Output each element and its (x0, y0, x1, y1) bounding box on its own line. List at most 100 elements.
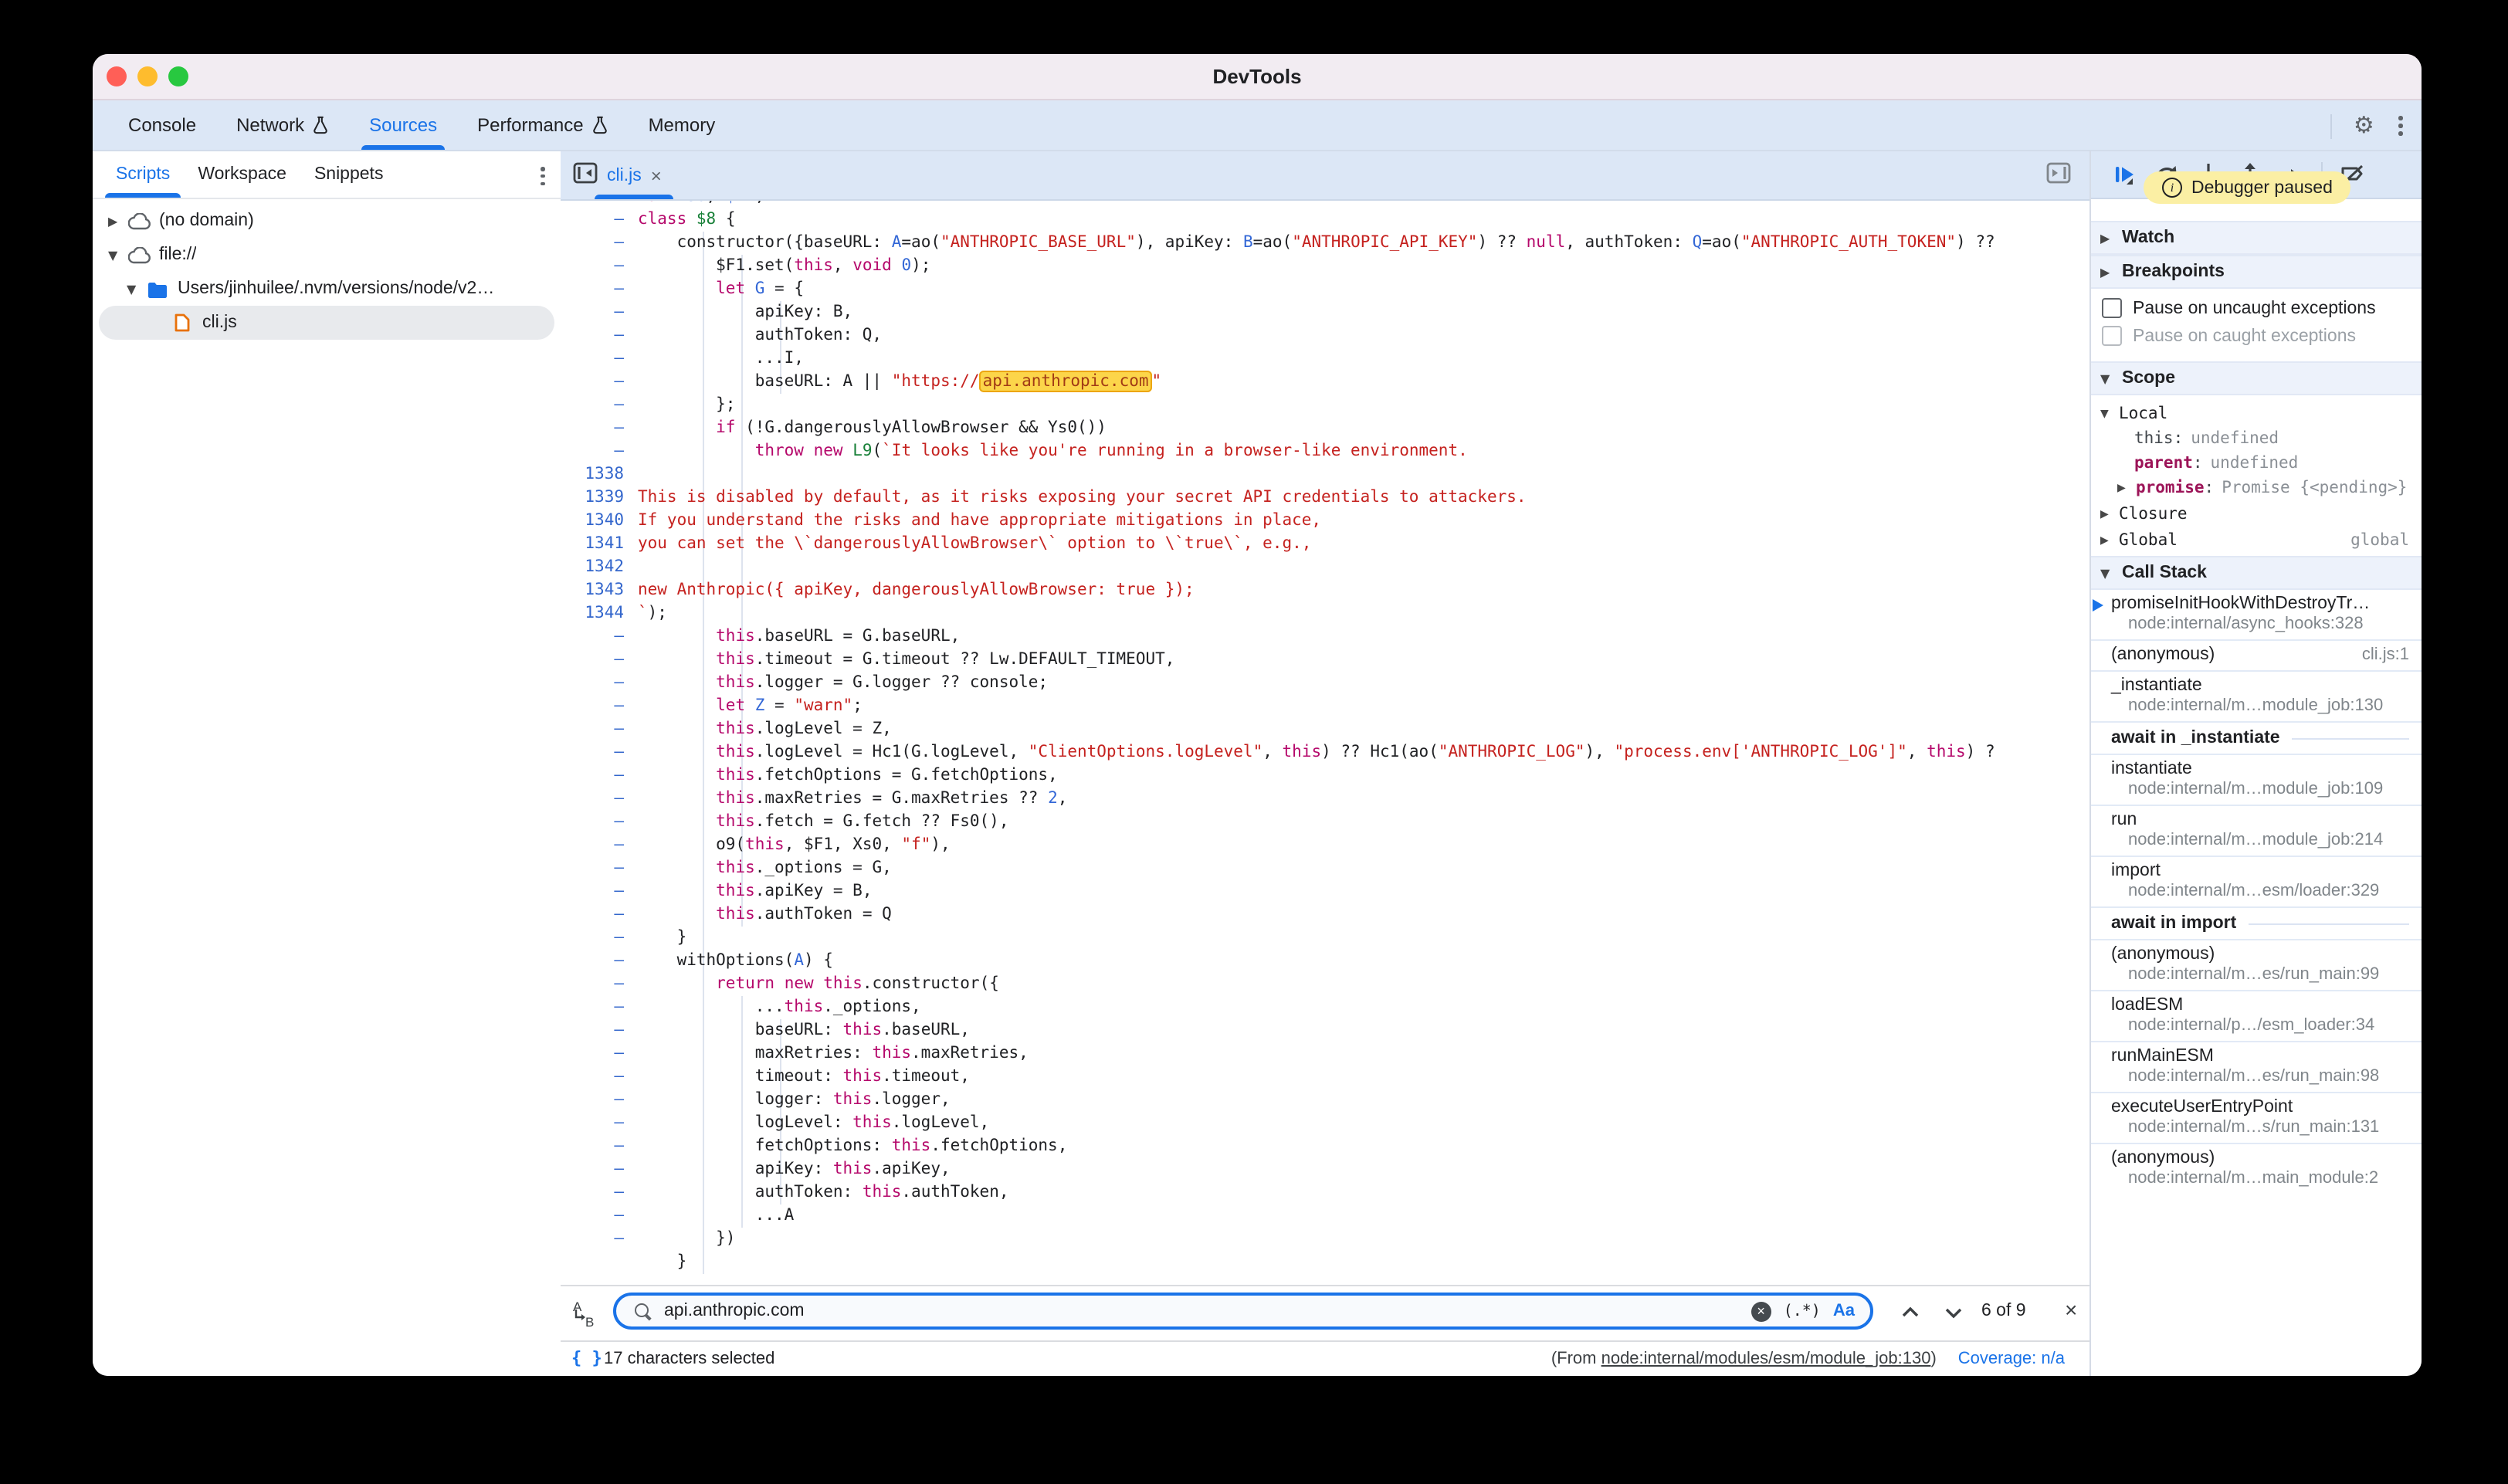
code-line[interactable]: – baseURL: A || "https://api.anthropic.c… (561, 371, 2089, 394)
tree-item-cli-js[interactable]: cli.js (99, 306, 554, 340)
close-search-icon[interactable]: × (2065, 1297, 2077, 1322)
code-line[interactable]: – o9(this, $F1, Xs0, "f"), (561, 834, 2089, 857)
code-line[interactable]: – $F1.set(this, void 0); (561, 255, 2089, 278)
code-line[interactable]: – } (561, 927, 2089, 950)
more-options-icon[interactable] (2396, 114, 2406, 138)
code-line[interactable]: 1342 (561, 556, 2089, 579)
line-gutter[interactable]: – (561, 903, 638, 927)
breakpoints-section-header[interactable]: ▶ Breakpoints (2091, 255, 2422, 289)
line-gutter[interactable]: 1343 (561, 579, 638, 602)
line-gutter[interactable]: 1344 (561, 602, 638, 625)
line-gutter[interactable]: 1340 (561, 510, 638, 533)
call-stack-frame[interactable]: (anonymous)node:internal/m…main_module:2 (2091, 1143, 2422, 1194)
code-line[interactable]: – this.fetch = G.fetch ?? Fs0(), (561, 811, 2089, 834)
tab-snippets[interactable]: Snippets (300, 151, 398, 198)
line-gutter[interactable]: – (561, 718, 638, 741)
line-gutter[interactable]: – (561, 1204, 638, 1228)
clear-search-icon[interactable]: × (1751, 1301, 1771, 1321)
line-gutter[interactable]: – (561, 996, 638, 1019)
line-gutter[interactable]: – (561, 927, 638, 950)
tab-network[interactable]: Network (216, 100, 349, 150)
code-line[interactable]: – if (!G.dangerouslyAllowBrowser && Ys0(… (561, 417, 2089, 440)
line-gutter[interactable]: – (561, 1228, 638, 1251)
line-gutter[interactable]: – (561, 301, 638, 324)
chevron-right-icon[interactable]: ▶ (2117, 482, 2136, 494)
tree-item-file-protocol[interactable]: ▼ file:// (93, 238, 561, 272)
code-line[interactable]: – authToken: this.authToken, (561, 1181, 2089, 1204)
line-gutter[interactable]: – (561, 834, 638, 857)
call-stack-frame[interactable]: instantiatenode:internal/m…module_job:10… (2091, 754, 2422, 805)
scope-parent[interactable]: parent: undefined (2091, 451, 2422, 476)
line-gutter[interactable]: – (561, 394, 638, 417)
tree-item-no-domain[interactable]: ▶ (no domain) (93, 204, 561, 238)
scope-closure[interactable]: ▶ Closure (2091, 502, 2422, 527)
watch-section-header[interactable]: ▶ Watch (2091, 221, 2422, 255)
code-line[interactable]: – this.timeout = G.timeout ?? Lw.DEFAULT… (561, 649, 2089, 672)
line-gutter[interactable]: – (561, 695, 638, 718)
code-line[interactable]: –class $8 { (561, 208, 2089, 232)
call-stack-frame[interactable]: promiseInitHookWithDestroyTr…node:intern… (2091, 590, 2422, 639)
tree-item-node-folder[interactable]: ▼ Users/jinhuilee/.nvm/versions/node/v2… (93, 272, 561, 306)
line-gutter[interactable]: – (561, 371, 638, 394)
code-line[interactable]: – logger: this.logger, (561, 1089, 2089, 1112)
show-right-panel-icon[interactable] (2046, 162, 2071, 184)
call-stack-frame[interactable]: runnode:internal/m…module_job:214 (2091, 805, 2422, 856)
code-line[interactable]: – baseURL: this.baseURL, (561, 1019, 2089, 1042)
code-line[interactable]: 1340If you understand the risks and have… (561, 510, 2089, 533)
line-gutter[interactable]: – (561, 625, 638, 649)
line-gutter[interactable]: 1341 (561, 533, 638, 556)
resume-button[interactable] (2113, 162, 2137, 187)
chevron-down-icon[interactable]: ▼ (127, 282, 145, 296)
line-gutter[interactable]: – (561, 1112, 638, 1135)
pause-on-uncaught-checkbox[interactable]: Pause on uncaught exceptions (2102, 298, 2376, 318)
code-line[interactable]: } (561, 1251, 2089, 1274)
chevron-right-icon[interactable]: ▶ (2100, 508, 2119, 520)
line-gutter[interactable]: – (561, 950, 638, 973)
call-stack-frame[interactable]: _instantiatenode:internal/m…module_job:1… (2091, 670, 2422, 721)
pause-on-caught-checkbox[interactable]: Pause on caught exceptions (2102, 326, 2356, 346)
line-gutter[interactable]: – (561, 1158, 638, 1181)
line-gutter[interactable]: – (561, 857, 638, 880)
code-line[interactable]: – this.logger = G.logger ?? console; (561, 672, 2089, 695)
settings-gear-icon[interactable]: ⚙ (2354, 114, 2374, 137)
line-gutter[interactable] (561, 1251, 638, 1274)
sidebar-more-icon[interactable] (538, 164, 548, 188)
code-line[interactable]: – authToken: Q, (561, 324, 2089, 347)
line-gutter[interactable]: – (561, 255, 638, 278)
line-gutter[interactable]: – (561, 764, 638, 788)
scope-this[interactable]: this: undefined (2091, 426, 2422, 451)
line-gutter[interactable]: – (561, 1019, 638, 1042)
code-line[interactable]: 1339This is disabled by default, as it r… (561, 486, 2089, 510)
code-line[interactable]: – ...A (561, 1204, 2089, 1228)
line-gutter[interactable]: – (561, 811, 638, 834)
tab-memory[interactable]: Memory (629, 100, 736, 150)
find-replace-toggle-icon[interactable]: A B (570, 1299, 598, 1330)
call-stack-frame[interactable]: loadESMnode:internal/p…/esm_loader:34 (2091, 990, 2422, 1041)
tab-sources[interactable]: Sources (349, 100, 457, 150)
tab-workspace[interactable]: Workspace (184, 151, 300, 198)
code-line[interactable]: – timeout: this.timeout, (561, 1066, 2089, 1089)
code-line[interactable]: – ...I, (561, 347, 2089, 371)
code-line[interactable]: – apiKey: this.apiKey, (561, 1158, 2089, 1181)
code-line[interactable]: – logLevel: this.logLevel, (561, 1112, 2089, 1135)
line-gutter[interactable]: – (561, 1089, 638, 1112)
line-gutter[interactable]: – (561, 232, 638, 255)
scope-local[interactable]: ▼ Local (2091, 401, 2422, 426)
code-editor[interactable]: var Xs0, $F1;–class $8 {– constructor({b… (561, 185, 2089, 1285)
code-line[interactable]: – throw new L9(`It looks like you're run… (561, 440, 2089, 463)
match-case-toggle[interactable]: Aa (1833, 1302, 1855, 1320)
call-stack-section-header[interactable]: ▼ Call Stack (2091, 556, 2422, 590)
code-line[interactable]: – this.maxRetries = G.maxRetries ?? 2, (561, 788, 2089, 811)
line-gutter[interactable]: – (561, 672, 638, 695)
line-gutter[interactable]: – (561, 1181, 638, 1204)
line-gutter[interactable]: 1338 (561, 463, 638, 486)
checkbox[interactable] (2102, 298, 2122, 318)
close-tab-icon[interactable]: × (651, 164, 662, 186)
code-line[interactable]: 1343new Anthropic({ apiKey, dangerouslyA… (561, 579, 2089, 602)
regex-toggle[interactable]: (.*) (1784, 1303, 1821, 1320)
line-gutter[interactable]: – (561, 324, 638, 347)
code-line[interactable]: – maxRetries: this.maxRetries, (561, 1042, 2089, 1066)
coverage-link[interactable]: Coverage: n/a (1958, 1350, 2065, 1368)
line-gutter[interactable]: – (561, 1066, 638, 1089)
line-gutter[interactable]: – (561, 1135, 638, 1158)
